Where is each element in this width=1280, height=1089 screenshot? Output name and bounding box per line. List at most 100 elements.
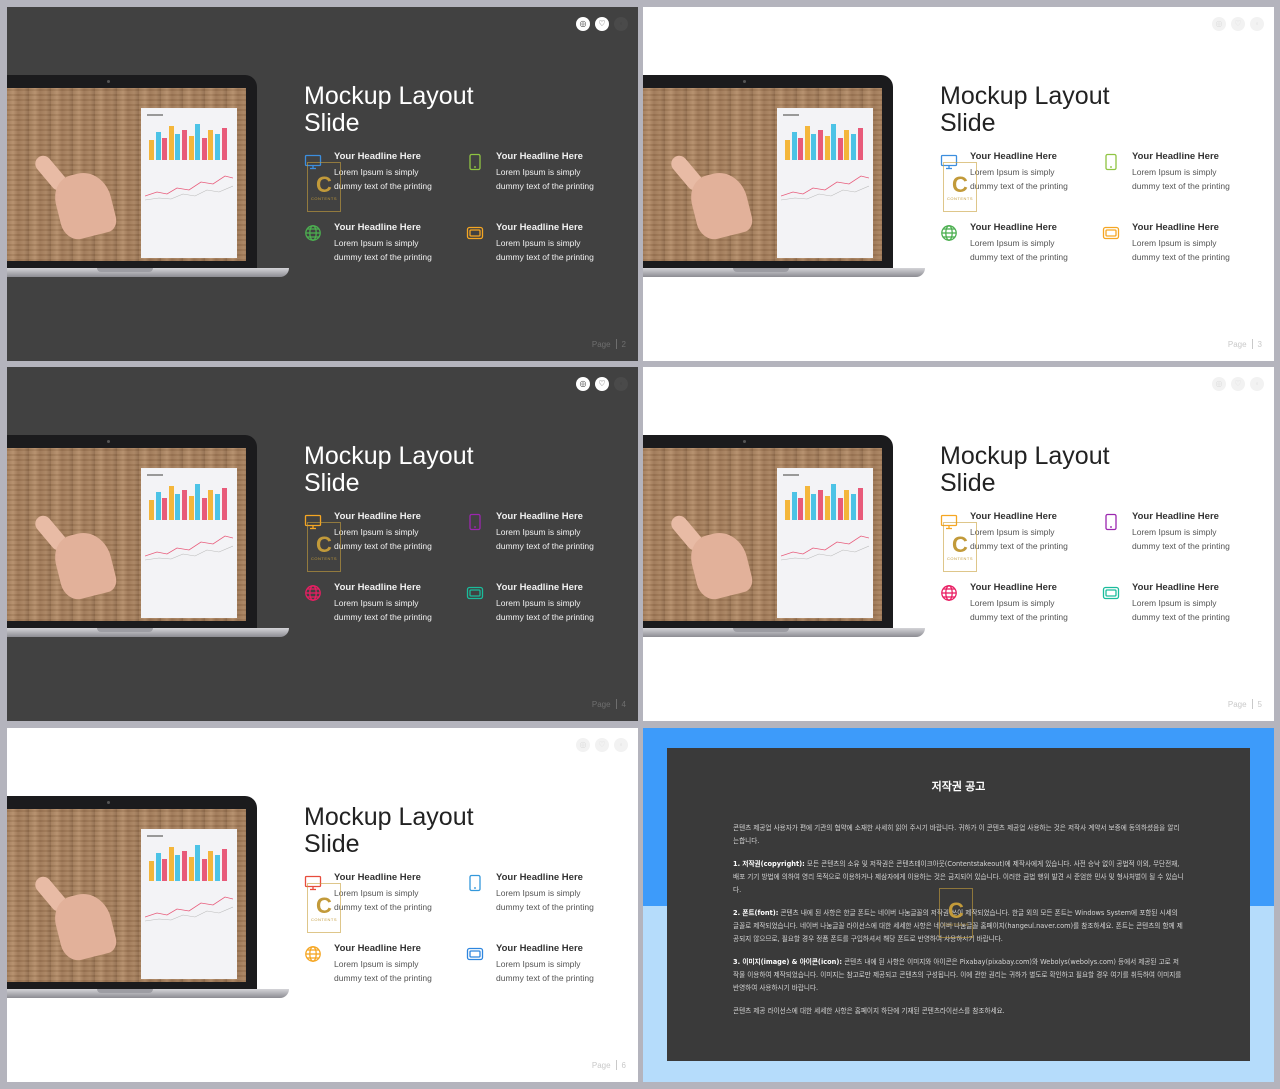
feature-body-line1: Lorem Ipsum is simply: [334, 598, 419, 608]
page-number: Page 3: [1228, 339, 1262, 349]
page-label: Page: [1227, 339, 1247, 349]
laptop-mockup: [7, 796, 289, 1022]
feature-body-line1: Lorem Ipsum is simply: [1132, 598, 1217, 608]
feature-item: Your Headline Here Lorem Ipsum is simply d…: [304, 510, 484, 553]
share-icon[interactable]: ◦: [614, 377, 628, 391]
slide-top-icons: ◎ ♡ ◦: [1212, 377, 1264, 391]
share-icon[interactable]: ◦: [614, 17, 628, 31]
feature-body: Lorem Ipsum is simply dummy text of the p…: [970, 165, 1120, 193]
laptop-screen: [7, 448, 246, 621]
feature-headline: Your Headline Here: [496, 872, 583, 883]
slide-6[interactable]: Mockup Layout Slide Your Headline Here Lore…: [7, 728, 638, 1082]
tv-icon: [466, 224, 484, 242]
copyright-section-3: 3. 이미지(image) & 아이콘(icon): 콘텐츠 내에 된 사항은 …: [733, 956, 1184, 995]
feature-item: Your Headline Here Lorem Ipsum is simply d…: [466, 581, 638, 624]
chart-paper: [777, 468, 873, 618]
page-number-value: 2: [621, 339, 626, 349]
chart-paper: [141, 829, 237, 979]
feature-body-line1: Lorem Ipsum is simply: [496, 888, 581, 898]
feature-item: Your Headline Here Lorem Ipsum is simply d…: [469, 510, 638, 553]
slide-2[interactable]: Mockup Layout Slide Your Headline Here Lore…: [7, 7, 638, 361]
copyright-intro: 콘텐츠 제공업 사용자가 편에 기관의 협약에 소재한 사세히 읽어 주시기 바…: [733, 824, 1180, 845]
feature-body: Lorem Ipsum is simply dummy text of the p…: [1132, 236, 1274, 264]
tv-icon: [1102, 584, 1120, 602]
feature-headline: Your Headline Here: [496, 151, 583, 162]
page-number: Page 6: [592, 1060, 626, 1070]
page-label: Page: [591, 699, 611, 709]
watermark-letter: C: [316, 171, 332, 197]
share-icon[interactable]: ◦: [1250, 377, 1264, 391]
feature-headline: Your Headline Here: [1132, 511, 1219, 522]
heart-icon[interactable]: ♡: [1231, 377, 1245, 391]
watermark-logo: C CONTENTS: [943, 162, 977, 212]
feature-item: Your Headline Here Lorem Ipsum is simply d…: [1102, 221, 1274, 264]
feature-body-line1: Lorem Ipsum is simply: [1132, 167, 1217, 177]
feature-body-line2: dummy text of the printing: [1132, 612, 1230, 622]
link-icon[interactable]: ◎: [576, 377, 590, 391]
link-icon[interactable]: ◎: [576, 17, 590, 31]
watermark-text: CONTENTS: [947, 555, 973, 561]
feature-item: Your Headline Here Lorem Ipsum is simply d…: [305, 581, 484, 624]
copyright-s1-head: 1. 저작권(copyright):: [733, 860, 805, 868]
slide-4[interactable]: Mockup Layout Slide Your Headline Here Lore…: [7, 367, 638, 721]
tablet-icon: [1102, 513, 1120, 531]
slide-title: Mockup Layout Slide: [940, 83, 1200, 137]
feature-body-line1: Lorem Ipsum is simply: [970, 238, 1055, 248]
feature-body-line2: dummy text of the printing: [334, 541, 432, 551]
watermark-text: CONTENTS: [943, 921, 969, 927]
heart-icon[interactable]: ♡: [595, 17, 609, 31]
watermark-letter: C: [316, 531, 332, 557]
share-icon[interactable]: ◦: [614, 738, 628, 752]
feature-item: Your Headline Here Lorem Ipsum is simply d…: [940, 150, 1120, 193]
feature-item: Your Headline Here Lorem Ipsum is simply d…: [941, 581, 1120, 624]
feature-headline: Your Headline Here: [334, 872, 421, 883]
chart-paper: [141, 108, 237, 258]
feature-item: Your Headline Here Lorem Ipsum is simply d…: [1105, 510, 1274, 553]
feature-body: Lorem Ipsum is simply dummy text of the p…: [496, 596, 638, 624]
feature-body: Lorem Ipsum is simply dummy text of the p…: [496, 957, 638, 985]
slide-5[interactable]: Mockup Layout Slide Your Headline Here Lore…: [643, 367, 1274, 721]
slide-title: Mockup Layout Slide: [304, 443, 564, 497]
feature-item: Your Headline Here Lorem Ipsum is simply d…: [941, 221, 1120, 264]
link-icon[interactable]: ◎: [1212, 377, 1226, 391]
tablet-icon: [1102, 153, 1120, 171]
slide-title-line2: Slide: [304, 469, 360, 497]
watermark-text: CONTENTS: [311, 555, 337, 561]
feature-body: Lorem Ipsum is simply dummy text of the p…: [334, 886, 484, 914]
page-number-value: 6: [621, 1060, 626, 1070]
watermark-letter: C: [952, 171, 968, 197]
laptop-mockup: [7, 435, 289, 661]
slide-title-line1: Mockup Layout: [304, 82, 474, 110]
tv-icon: [466, 584, 484, 602]
feature-body-line2: dummy text of the printing: [970, 252, 1068, 262]
tablet-icon: [466, 153, 484, 171]
feature-headline: Your Headline Here: [970, 511, 1057, 522]
slide-title-line1: Mockup Layout: [304, 442, 474, 470]
globe-icon: [940, 224, 958, 242]
slide-title-line2: Slide: [940, 109, 996, 137]
feature-body-line2: dummy text of the printing: [970, 181, 1068, 191]
feature-body-line1: Lorem Ipsum is simply: [496, 238, 581, 248]
slide-title-line2: Slide: [304, 109, 360, 137]
laptop-mockup: [643, 75, 925, 301]
feature-body-line1: Lorem Ipsum is simply: [334, 959, 419, 969]
feature-item: Your Headline Here Lorem Ipsum is simply d…: [466, 221, 638, 264]
heart-icon[interactable]: ♡: [595, 738, 609, 752]
feature-headline: Your Headline Here: [334, 582, 421, 593]
slide-top-icons: ◎ ♡ ◦: [576, 17, 628, 31]
feature-body-line2: dummy text of the printing: [334, 902, 432, 912]
feature-body-line1: Lorem Ipsum is simply: [334, 167, 419, 177]
feature-headline: Your Headline Here: [334, 151, 421, 162]
link-icon[interactable]: ◎: [576, 738, 590, 752]
heart-icon[interactable]: ♡: [595, 377, 609, 391]
link-icon[interactable]: ◎: [1212, 17, 1226, 31]
feature-body: Lorem Ipsum is simply dummy text of the p…: [496, 165, 638, 193]
heart-icon[interactable]: ♡: [1231, 17, 1245, 31]
feature-body-line1: Lorem Ipsum is simply: [970, 167, 1055, 177]
feature-body-line2: dummy text of the printing: [1132, 181, 1230, 191]
slide-3[interactable]: Mockup Layout Slide Your Headline Here Lore…: [643, 7, 1274, 361]
feature-headline: Your Headline Here: [1132, 582, 1219, 593]
laptop-screen: [7, 809, 246, 982]
feature-body: Lorem Ipsum is simply dummy text of the p…: [970, 596, 1120, 624]
share-icon[interactable]: ◦: [1250, 17, 1264, 31]
